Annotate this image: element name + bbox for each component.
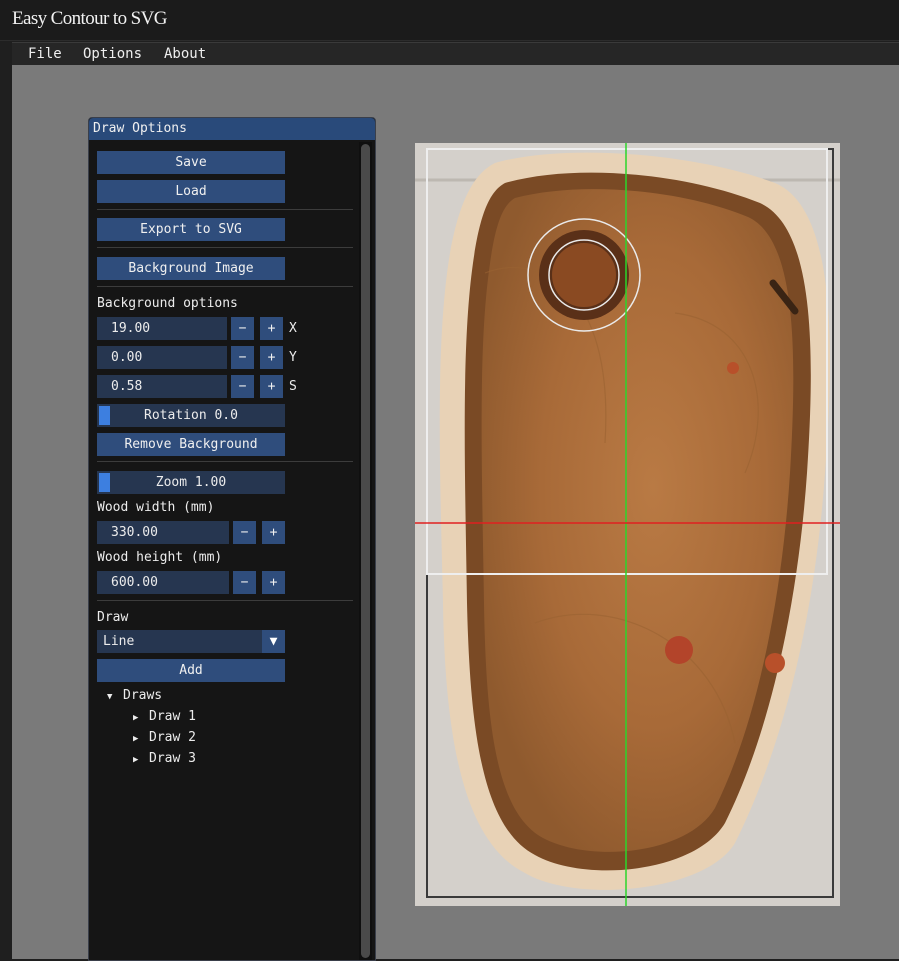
wood-width-minus-button[interactable]: − xyxy=(233,521,256,544)
panel-title-bar[interactable]: Draw Options xyxy=(89,118,375,140)
menu-bar: File Options About xyxy=(12,42,899,66)
background-y-minus-button[interactable]: − xyxy=(231,346,254,369)
background-scale-minus-button[interactable]: − xyxy=(231,375,254,398)
wood-height-label: Wood height (mm) xyxy=(97,550,223,565)
background-x-input[interactable]: 19.00 xyxy=(97,317,227,340)
tree-collapsed-icon: ▶ xyxy=(133,755,139,765)
canvas-svg xyxy=(415,143,840,906)
tree-item-draw-3[interactable]: ▶ Draw 3 xyxy=(133,751,196,766)
separator xyxy=(97,247,353,248)
menu-file[interactable]: File xyxy=(28,46,62,62)
title-bar: Easy Contour to SVG xyxy=(0,0,899,41)
rotation-slider-label: Rotation 0.0 xyxy=(144,408,238,423)
window-title: Easy Contour to SVG xyxy=(12,8,167,29)
save-button[interactable]: Save xyxy=(97,151,285,174)
tree-node-label: Draws xyxy=(123,688,163,703)
tree-collapsed-icon: ▶ xyxy=(133,734,139,744)
panel-title: Draw Options xyxy=(93,121,187,136)
tree-node-draws[interactable]: ▼ Draws xyxy=(107,688,162,703)
zoom-slider[interactable]: Zoom 1.00 xyxy=(97,471,285,494)
background-scale-input[interactable]: 0.58 xyxy=(97,375,227,398)
menu-options[interactable]: Options xyxy=(83,46,142,62)
tree-item-label: Draw 1 xyxy=(149,709,196,724)
wood-height-input[interactable]: 600.00 xyxy=(97,571,229,594)
separator xyxy=(97,286,353,287)
background-options-label: Background options xyxy=(97,296,238,311)
tree-item-draw-2[interactable]: ▶ Draw 2 xyxy=(133,730,196,745)
tree-item-draw-1[interactable]: ▶ Draw 1 xyxy=(133,709,196,724)
wood-knot xyxy=(727,362,739,374)
wood-knot xyxy=(665,636,693,664)
background-image-button[interactable]: Background Image xyxy=(97,257,285,280)
load-button[interactable]: Load xyxy=(97,180,285,203)
wood-height-minus-button[interactable]: − xyxy=(233,571,256,594)
tree-collapsed-icon: ▶ xyxy=(133,713,139,723)
wood-width-plus-button[interactable]: + xyxy=(262,521,285,544)
background-scale-plus-button[interactable]: + xyxy=(260,375,283,398)
separator xyxy=(97,461,353,462)
zoom-slider-label: Zoom 1.00 xyxy=(155,475,227,490)
separator xyxy=(97,600,353,601)
menu-about[interactable]: About xyxy=(164,46,206,62)
separator xyxy=(97,209,353,210)
panel-scrollbar-thumb[interactable] xyxy=(361,144,370,958)
draw-type-select[interactable]: Line xyxy=(97,630,285,653)
wood-knot xyxy=(765,653,785,673)
background-x-plus-button[interactable]: + xyxy=(260,317,283,340)
background-x-minus-button[interactable]: − xyxy=(231,317,254,340)
background-y-label: Y xyxy=(289,350,297,365)
dropdown-arrow-icon[interactable]: ▼ xyxy=(262,630,285,653)
rotation-slider[interactable]: Rotation 0.0 xyxy=(97,404,285,427)
export-svg-button[interactable]: Export to SVG xyxy=(97,218,285,241)
wood-height-plus-button[interactable]: + xyxy=(262,571,285,594)
draw-options-panel: Draw Options Save Load Export to SVG Bac… xyxy=(88,117,376,961)
add-draw-button[interactable]: Add xyxy=(97,659,285,682)
background-y-input[interactable]: 0.00 xyxy=(97,346,227,369)
tree-item-label: Draw 3 xyxy=(149,751,196,766)
remove-background-button[interactable]: Remove Background xyxy=(97,433,285,456)
background-scale-label: S xyxy=(289,379,297,394)
tree-expanded-icon: ▼ xyxy=(107,692,113,702)
background-x-label: X xyxy=(289,321,297,336)
wood-hole-inner xyxy=(552,243,616,307)
drawing-canvas[interactable] xyxy=(415,143,840,906)
draw-label: Draw xyxy=(97,610,129,625)
tree-item-label: Draw 2 xyxy=(149,730,196,745)
wood-width-input[interactable]: 330.00 xyxy=(97,521,229,544)
wood-width-label: Wood width (mm) xyxy=(97,500,215,515)
background-y-plus-button[interactable]: + xyxy=(260,346,283,369)
